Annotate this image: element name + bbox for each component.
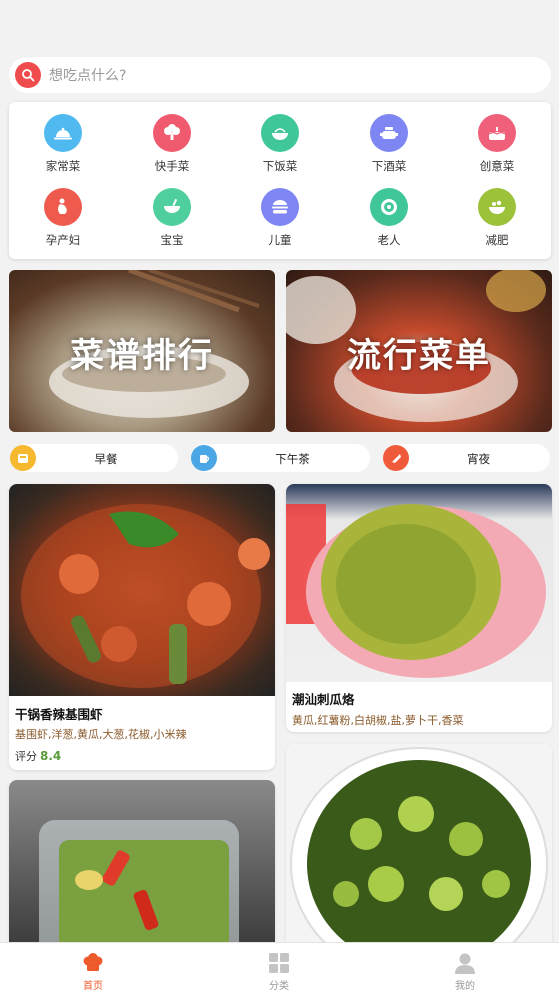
tab-profile[interactable]: 我的	[372, 943, 558, 991]
baby-bowl-icon	[153, 188, 191, 226]
category-grid: 家常菜 快手菜 下饭菜 下酒菜 创意菜 孕产妇 宝宝 儿童 老人 减肥	[9, 102, 551, 259]
search-icon	[15, 62, 41, 88]
category-label: 儿童	[268, 233, 292, 247]
banner-recipe-ranking[interactable]: 菜谱排行	[9, 270, 275, 432]
tab-category[interactable]: 分类	[186, 943, 372, 991]
breakfast-icon	[10, 445, 36, 471]
recipe-title: 潮汕刺瓜烙	[292, 692, 355, 707]
home-chef-icon	[82, 952, 104, 974]
grid-icon	[268, 952, 290, 974]
midnight-snack-icon	[383, 445, 409, 471]
category-item-baby[interactable]: 宝宝	[137, 188, 207, 248]
category-item-children[interactable]: 儿童	[245, 188, 315, 248]
recipe-card-smashed-cucumber[interactable]	[286, 744, 552, 954]
recipe-rating-row: 评分 8.4	[15, 748, 61, 764]
category-label: 家常菜	[45, 159, 81, 173]
tab-label: 我的	[455, 981, 475, 991]
banner-title: 菜谱排行	[70, 336, 214, 376]
pregnant-icon	[44, 188, 82, 226]
category-item-quick[interactable]: 快手菜	[137, 114, 207, 174]
category-item-drinking-snacks[interactable]: 下酒菜	[354, 114, 424, 174]
category-label: 快手菜	[154, 159, 190, 173]
search-bar[interactable]: 想吃点什么?	[9, 57, 551, 93]
recipe-card-shrimp[interactable]: 干锅香辣基围虾 基围虾,洋葱,黄瓜,大葱,花椒,小米辣 评分 8.4	[9, 484, 275, 770]
user-icon	[454, 952, 476, 974]
recipe-image	[9, 484, 275, 696]
cake-icon	[478, 114, 516, 152]
search-input[interactable]: 想吃点什么?	[49, 65, 126, 85]
rating-value: 8.4	[40, 749, 62, 763]
salad-icon	[478, 188, 516, 226]
category-item-home-cooking[interactable]: 家常菜	[28, 114, 98, 174]
broccoli-icon	[153, 114, 191, 152]
category-label: 孕产妇	[45, 233, 81, 247]
category-label: 宝宝	[160, 233, 184, 247]
category-item-creative[interactable]: 创意菜	[462, 114, 532, 174]
recipe-ingredients: 基围虾,洋葱,黄瓜,大葱,花椒,小米辣	[15, 728, 187, 741]
dome-plate-icon	[44, 114, 82, 152]
meal-tab-label: 下午茶	[275, 452, 310, 466]
banner-title: 流行菜单	[347, 336, 491, 376]
meal-tab-afternoon-tea[interactable]: 下午茶	[191, 444, 370, 472]
rating-label: 评分	[15, 750, 37, 763]
category-label: 下酒菜	[371, 159, 407, 173]
rice-bowl-icon	[261, 114, 299, 152]
category-item-pregnancy[interactable]: 孕产妇	[28, 188, 98, 248]
recipe-title: 干锅香辣基围虾	[15, 707, 103, 722]
recipe-card-cucumber-pancake[interactable]: 潮汕刺瓜烙 黄瓜,红薯粉,白胡椒,盐,萝卜干,香菜	[286, 484, 552, 732]
recipe-image	[286, 484, 552, 682]
meal-tab-label: 早餐	[94, 452, 118, 466]
soup-bowl-icon	[370, 188, 408, 226]
recipe-card-pickled-cucumber[interactable]	[9, 780, 275, 950]
banner-popular-menu[interactable]: 流行菜单	[286, 270, 552, 432]
tab-home[interactable]: 首页	[0, 943, 186, 991]
recipe-ingredients: 黄瓜,红薯粉,白胡椒,盐,萝卜干,香菜	[292, 714, 464, 727]
category-item-rice-dishes[interactable]: 下饭菜	[245, 114, 315, 174]
hotpot-icon	[370, 114, 408, 152]
meal-tab-label: 宵夜	[467, 452, 490, 466]
meal-tab-breakfast[interactable]: 早餐	[10, 444, 178, 472]
tab-label: 分类	[269, 981, 289, 991]
tab-label: 首页	[83, 981, 103, 991]
bottom-tab-bar: 首页 分类 我的	[0, 942, 559, 991]
category-label: 创意菜	[479, 159, 515, 173]
category-label: 减肥	[485, 233, 509, 247]
category-label: 下饭菜	[262, 159, 298, 173]
category-label: 老人	[377, 233, 401, 247]
burger-icon	[261, 188, 299, 226]
meal-tab-midnight-snack[interactable]: 宵夜	[383, 444, 550, 472]
tea-icon	[191, 445, 217, 471]
recipe-image	[9, 780, 275, 950]
recipe-image	[286, 744, 552, 954]
category-item-elderly[interactable]: 老人	[354, 188, 424, 248]
category-item-diet[interactable]: 减肥	[462, 188, 532, 248]
